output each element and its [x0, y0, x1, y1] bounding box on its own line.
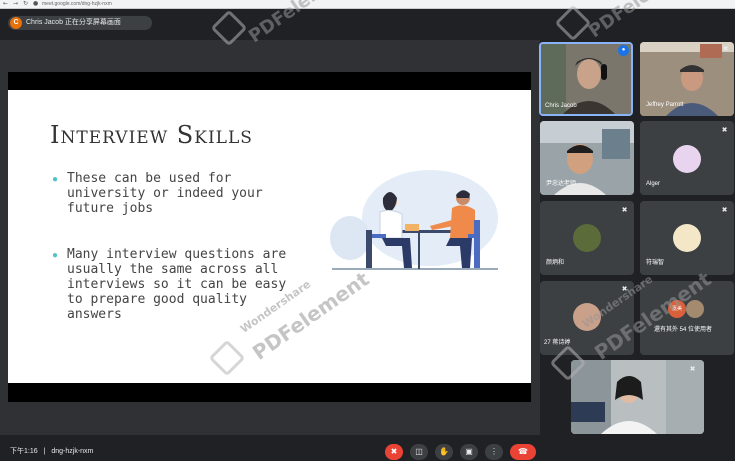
others-count-label: 還有其外 54 位使用者: [654, 327, 713, 333]
meeting-info: 下午1:16 | dng-hzjk-nxm: [10, 447, 120, 457]
mic-off-icon: ✖: [621, 207, 628, 214]
mic-off-icon: ✖: [721, 127, 728, 134]
raise-hand-button[interactable]: ✋: [435, 444, 453, 460]
reload-icon[interactable]: ↻: [23, 1, 28, 7]
slide-bullet-2: Many interview questions are usually the…: [67, 247, 287, 322]
mic-off-icon: ✖: [721, 207, 728, 214]
mic-toggle-button[interactable]: ✖: [385, 444, 403, 460]
slide-title: Interview Skills: [50, 121, 253, 149]
back-icon[interactable]: ←: [3, 1, 8, 7]
raise-hand-icon: ✋: [439, 447, 449, 456]
more-options-icon: ⋮: [490, 447, 498, 456]
hang-up-button[interactable]: ☎: [510, 444, 536, 460]
bullet-icon: ●: [52, 250, 59, 261]
avatar: [673, 224, 701, 252]
participant-name: 尹忠达老师: [546, 181, 577, 187]
presenter-avatar: C: [10, 17, 22, 29]
avatar: [573, 224, 601, 252]
meeting-time: 下午1:16: [10, 448, 38, 455]
present-button[interactable]: ▣: [460, 444, 478, 460]
self-view-video: [571, 360, 704, 434]
mic-off-icon: ✖: [689, 366, 696, 373]
speaking-indicator-icon: ●: [618, 45, 629, 56]
participant-name: Chris Jacob: [545, 103, 577, 109]
mic-off-icon: ✖: [722, 46, 729, 53]
camera-icon: ◫: [415, 447, 423, 456]
camera-toggle-button[interactable]: ◫: [410, 444, 428, 460]
bullet-icon: ●: [52, 174, 59, 185]
slide-bullet-1: These can be used for university or inde…: [67, 171, 263, 216]
hang-up-icon: ☎: [518, 447, 528, 456]
interview-illustration: [330, 170, 498, 270]
participant-name: 符瑞智: [646, 260, 665, 266]
forward-icon[interactable]: →: [13, 1, 18, 7]
participant-name: 颜炳和: [546, 260, 565, 266]
present-screen-icon: ▣: [465, 447, 473, 456]
avatar: [673, 145, 701, 173]
presenter-label: Chris Jacob 正在分享屏幕画面: [26, 19, 121, 26]
participant-name: Jeffrey Parrott: [646, 102, 684, 108]
more-options-button[interactable]: ⋮: [485, 444, 503, 460]
participant-name: Alger: [646, 181, 661, 187]
lock-icon: ●: [33, 0, 39, 7]
microphone-off-icon: ✖: [390, 447, 398, 456]
address-bar[interactable]: meet.google.com/dng-hzjk-nxm: [42, 1, 162, 7]
separator: |: [43, 448, 46, 455]
self-view-tile[interactable]: [571, 360, 704, 434]
meeting-code: dng-hzjk-nxm: [51, 448, 94, 455]
